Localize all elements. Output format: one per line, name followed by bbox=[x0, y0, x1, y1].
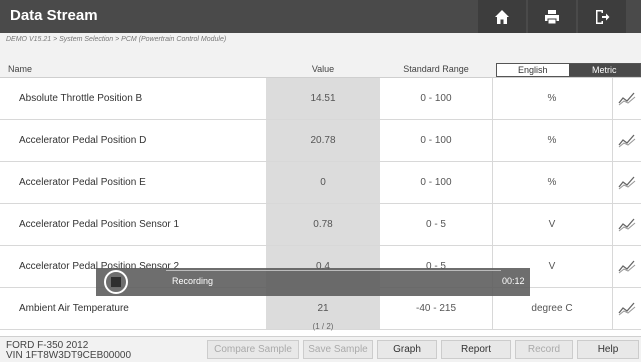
table-row[interactable]: Accelerator Pedal Position Sensor 1 0.78… bbox=[0, 204, 641, 246]
parameter-value: 20.78 bbox=[310, 135, 336, 146]
exit-button[interactable] bbox=[578, 0, 626, 33]
record-button[interactable]: Record bbox=[515, 340, 573, 359]
parameter-range: 0 - 100 bbox=[420, 177, 452, 188]
home-icon bbox=[494, 9, 510, 25]
stop-icon bbox=[111, 277, 121, 287]
recording-label: Recording bbox=[172, 276, 214, 286]
graph-icon[interactable] bbox=[618, 300, 636, 321]
page-indicator: (1 / 2) bbox=[312, 322, 334, 331]
column-header-name: Name bbox=[8, 64, 33, 74]
parameter-name: Accelerator Pedal Position Sensor 1 bbox=[19, 219, 180, 230]
graph-icon[interactable] bbox=[618, 258, 636, 279]
compare-sample-button[interactable]: Compare Sample bbox=[207, 340, 299, 359]
table-row[interactable]: Accelerator Pedal Position D 20.78 0 - 1… bbox=[0, 120, 641, 162]
home-button[interactable] bbox=[478, 0, 526, 33]
parameter-name: Accelerator Pedal Position E bbox=[19, 177, 146, 188]
vehicle-info: FORD F-350 2012 VIN 1FT8W3DT9CEB00000 bbox=[6, 341, 131, 361]
table-row[interactable]: Absolute Throttle Position B 14.51 0 - 1… bbox=[0, 78, 641, 120]
parameter-value: 14.51 bbox=[310, 93, 336, 104]
parameter-value: 0.78 bbox=[313, 219, 333, 230]
graph-icon[interactable] bbox=[618, 216, 636, 237]
parameter-unit: % bbox=[547, 93, 557, 104]
table-header: Name Value Standard Range English Metric bbox=[0, 45, 641, 78]
save-sample-button[interactable]: Save Sample bbox=[303, 340, 373, 359]
print-button[interactable] bbox=[528, 0, 576, 33]
parameter-range: 0 - 5 bbox=[425, 219, 446, 230]
page-title: Data Stream bbox=[10, 7, 98, 24]
breadcrumb: DEMO V15.21 > System Selection > PCM (Po… bbox=[0, 33, 641, 45]
title-bar: Data Stream bbox=[0, 0, 641, 33]
graph-icon[interactable] bbox=[618, 174, 636, 195]
report-button[interactable]: Report bbox=[441, 340, 511, 359]
recording-bar: Recording 00:12 bbox=[96, 268, 530, 296]
graph-icon[interactable] bbox=[618, 90, 636, 111]
column-header-value: Value bbox=[311, 64, 335, 74]
parameter-value: 0 bbox=[320, 177, 326, 188]
parameter-name: Absolute Throttle Position B bbox=[19, 93, 143, 104]
unit-english-option[interactable]: English bbox=[497, 64, 569, 76]
parameter-name: Accelerator Pedal Position D bbox=[19, 135, 147, 146]
parameter-unit: V bbox=[548, 219, 556, 230]
graph-button[interactable]: Graph bbox=[377, 340, 437, 359]
parameter-range: -40 - 215 bbox=[415, 303, 457, 314]
table-row[interactable]: Accelerator Pedal Position E 0 0 - 100 % bbox=[0, 162, 641, 204]
print-icon bbox=[544, 9, 560, 25]
parameter-value: 21 bbox=[317, 303, 329, 314]
help-button[interactable]: Help bbox=[577, 340, 639, 359]
parameter-range: 0 - 100 bbox=[420, 93, 452, 104]
recording-timer: 00:12 bbox=[502, 276, 525, 286]
parameter-unit: % bbox=[547, 135, 557, 146]
parameter-range: 0 - 100 bbox=[420, 135, 452, 146]
exit-icon bbox=[594, 9, 610, 25]
parameter-unit: % bbox=[547, 177, 557, 188]
graph-icon[interactable] bbox=[618, 132, 636, 153]
unit-toggle[interactable]: English Metric bbox=[496, 63, 641, 77]
vehicle-vin: VIN 1FT8W3DT9CEB00000 bbox=[6, 350, 132, 361]
parameter-unit: degree C bbox=[531, 303, 573, 314]
column-header-standard-range: Standard Range bbox=[403, 64, 469, 74]
parameter-name: Ambient Air Temperature bbox=[19, 303, 129, 314]
unit-metric-option[interactable]: Metric bbox=[568, 64, 640, 76]
